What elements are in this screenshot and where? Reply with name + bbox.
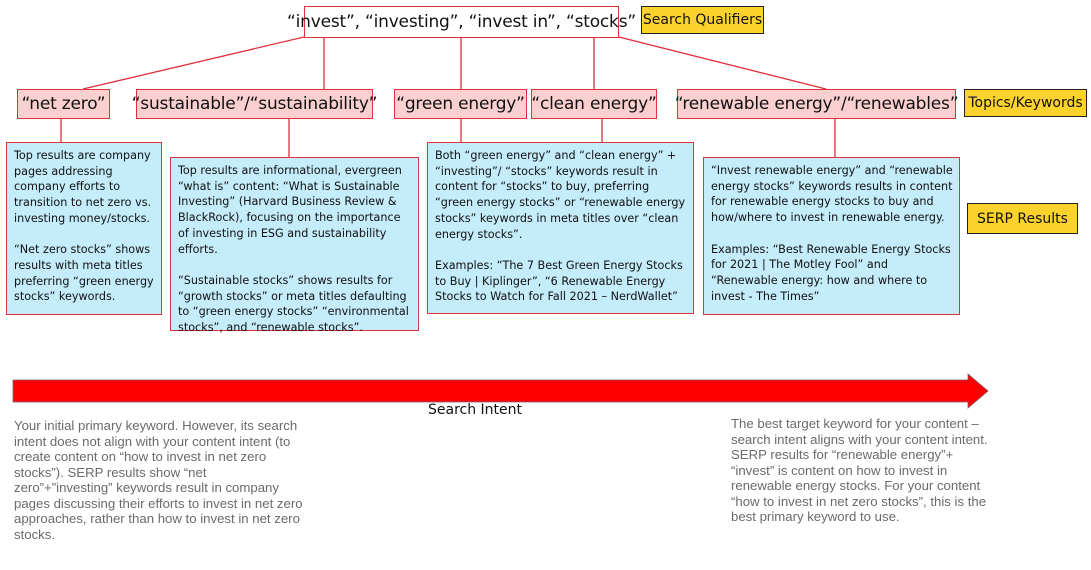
search-intent-label: Search Intent (427, 402, 522, 418)
keyword-clean-energy: “clean energy” (531, 89, 657, 119)
serp-text: Examples: “The 7 Best Green Energy Stock… (435, 258, 683, 304)
search-qualifiers-box: “invest”, “investing”, “invest in”, “sto… (287, 6, 636, 38)
keyword-label: “green energy” (396, 94, 525, 114)
serp-text: Both “green energy” and “clean energy” +… (435, 149, 686, 241)
keyword-net-zero: “net zero” (17, 89, 110, 119)
legend-serp-results-label: SERP Results (977, 210, 1068, 227)
keyword-label: “net zero” (21, 94, 106, 114)
legend-search-qualifiers-label: Search Qualifiers (642, 12, 763, 28)
serp-box-sustainable: Top results are informational, evergreen… (170, 157, 419, 334)
serp-text: Top results are informational, evergreen… (178, 164, 402, 256)
note-best-keyword: The best target keyword for your content… (731, 416, 988, 524)
connector-root-renewable (618, 36, 827, 90)
keyword-label: “renewable energy”/“renewables” (674, 94, 959, 114)
serp-text: Examples: “Best Renewable Energy Stocks … (711, 242, 951, 303)
serp-text: “Sustainable stocks” shows results for “… (178, 273, 409, 335)
serp-box-renewable-energy: “Invest renewable energy” and “renewable… (703, 157, 960, 315)
legend-topics-keywords: Topics/Keywords (964, 89, 1087, 117)
serp-box-net-zero: Top results are company pages addressing… (6, 142, 162, 315)
keyword-label: “sustainable”/“sustainability” (131, 94, 378, 114)
serp-text: “Net zero stocks” shows results with met… (14, 243, 154, 304)
keyword-green-energy: “green energy” (394, 89, 527, 119)
keyword-sustainable: “sustainable”/“sustainability” (132, 89, 377, 119)
keyword-renewable-energy: “renewable energy”/“renewables” (674, 89, 959, 119)
serp-text: Top results are company pages addressing… (14, 149, 152, 225)
legend-serp-results: SERP Results (967, 203, 1078, 234)
connector-root-netzero (82, 36, 305, 90)
legend-search-qualifiers: Search Qualifiers (641, 6, 764, 34)
serp-box-green-clean-energy: Both “green energy” and “clean energy” +… (427, 142, 694, 314)
note-initial-keyword: Your initial primary keyword. However, i… (14, 418, 303, 542)
serp-text: “Invest renewable energy” and “renewable… (711, 164, 953, 225)
keyword-label: “clean energy” (531, 94, 657, 114)
search-qualifiers-text: “invest”, “investing”, “invest in”, “sto… (287, 12, 636, 32)
keyword-intent-diagram: “invest”, “investing”, “invest in”, “sto… (0, 0, 1091, 570)
legend-topics-keywords-label: Topics/Keywords (968, 95, 1083, 111)
